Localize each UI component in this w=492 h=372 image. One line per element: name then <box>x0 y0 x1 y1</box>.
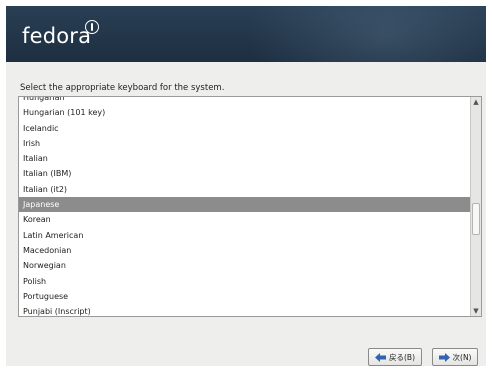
keyboard-list-item[interactable]: Macedonian <box>19 243 471 258</box>
fedora-infinity-icon <box>85 20 99 34</box>
next-button[interactable]: 次(N) <box>432 348 478 366</box>
keyboard-list-item[interactable]: Hungarian <box>19 97 471 105</box>
scroll-thumb[interactable] <box>472 203 480 235</box>
keyboard-list-item[interactable]: Irish <box>19 136 471 151</box>
keyboard-list-viewport: Hungarian Hungarian (101 key) Icelandic Iri… <box>19 97 471 316</box>
keyboard-list-item[interactable]: Portuguese <box>19 289 471 304</box>
keyboard-list-item[interactable]: Icelandic <box>19 121 471 136</box>
fedora-logo: fedora <box>22 24 92 48</box>
back-button[interactable]: 戻る(B) <box>368 348 422 366</box>
fedora-banner: fedora <box>6 6 486 62</box>
keyboard-list-item[interactable]: Japanese <box>19 197 471 213</box>
keyboard-list-items: Hungarian Hungarian (101 key) Icelandic Iri… <box>19 97 471 316</box>
keyboard-list-item[interactable]: Italian (it2) <box>19 182 471 197</box>
keyboard-list-item[interactable]: Hungarian (101 key) <box>19 105 471 120</box>
keyboard-list-item[interactable]: Latin American <box>19 228 471 243</box>
keyboard-list-item[interactable]: Korean <box>19 212 471 227</box>
next-button-label: 次(N) <box>452 352 472 362</box>
keyboard-list-item[interactable]: Polish <box>19 274 471 289</box>
keyboard-prompt: Select the appropriate keyboard for the … <box>20 83 225 93</box>
keyboard-list-scrollbar[interactable]: ▲ ▼ <box>470 97 481 316</box>
keyboard-list-item[interactable]: Italian <box>19 151 471 166</box>
installer-window: fedora Select the appropriate keyboard f… <box>6 6 486 366</box>
scroll-up-arrow-icon[interactable]: ▲ <box>471 97 481 107</box>
keyboard-list-item[interactable]: Punjabi (Inscript) <box>19 304 471 316</box>
back-button-label: 戻る(B) <box>389 352 415 362</box>
scroll-down-arrow-icon[interactable]: ▼ <box>471 306 481 316</box>
keyboard-list[interactable]: Hungarian Hungarian (101 key) Icelandic Iri… <box>18 96 482 317</box>
arrow-right-icon <box>438 352 450 362</box>
arrow-left-icon <box>375 352 386 362</box>
keyboard-list-item[interactable]: Italian (IBM) <box>19 166 471 181</box>
keyboard-list-item[interactable]: Norwegian <box>19 258 471 273</box>
banner-glow <box>246 6 486 62</box>
